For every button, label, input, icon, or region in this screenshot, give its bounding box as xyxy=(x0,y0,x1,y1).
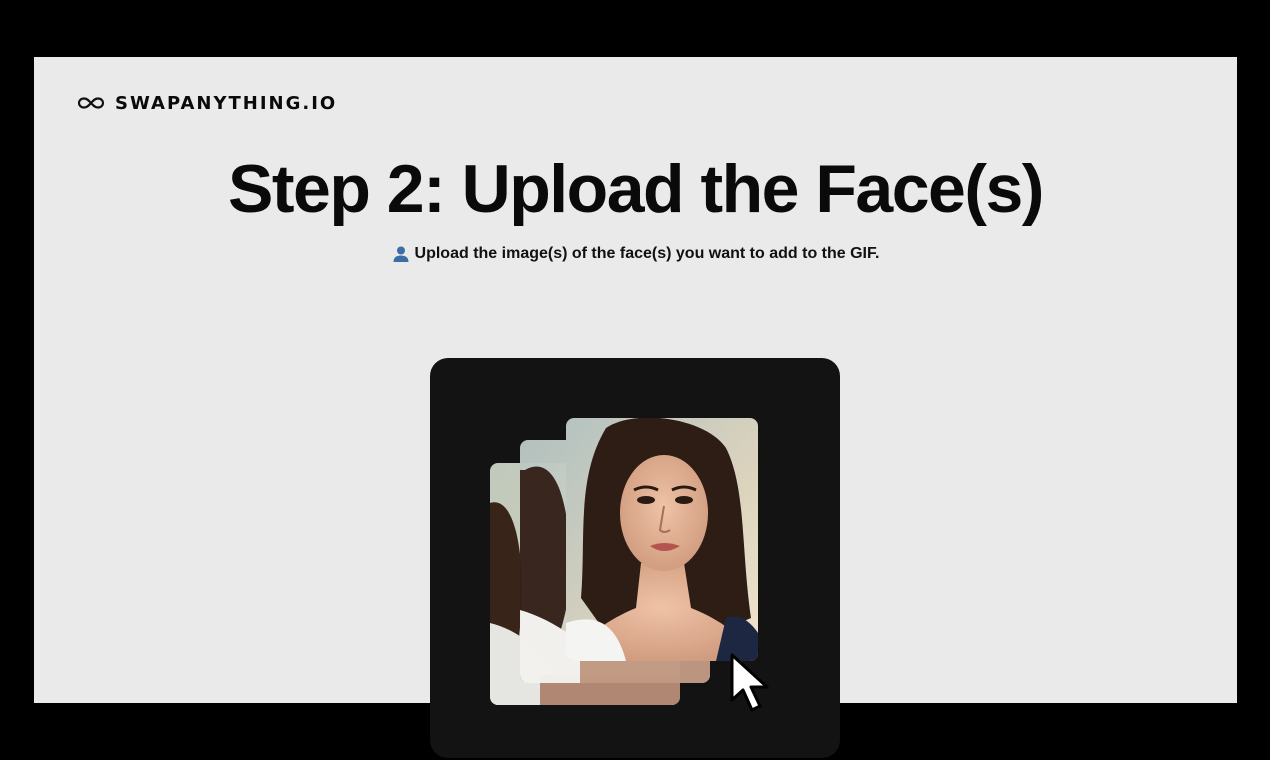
page-subtitle: Upload the image(s) of the face(s) you w… xyxy=(34,245,1237,263)
page-title: Step 2: Upload the Face(s) xyxy=(228,151,1044,227)
presentation-frame: SWAPANYTHING.IO Step 2: Upload the Face(… xyxy=(0,0,1270,760)
cursor-arrow-icon xyxy=(730,653,769,712)
face-photo-front xyxy=(566,418,758,661)
brand-name: SWAPANYTHING.IO xyxy=(115,92,338,114)
infinity-icon xyxy=(77,97,105,109)
person-icon xyxy=(393,246,409,262)
face-upload-dropzone[interactable] xyxy=(430,358,840,758)
subtitle-text: Upload the image(s) of the face(s) you w… xyxy=(414,245,880,262)
brand-logo[interactable]: SWAPANYTHING.IO xyxy=(77,92,337,114)
